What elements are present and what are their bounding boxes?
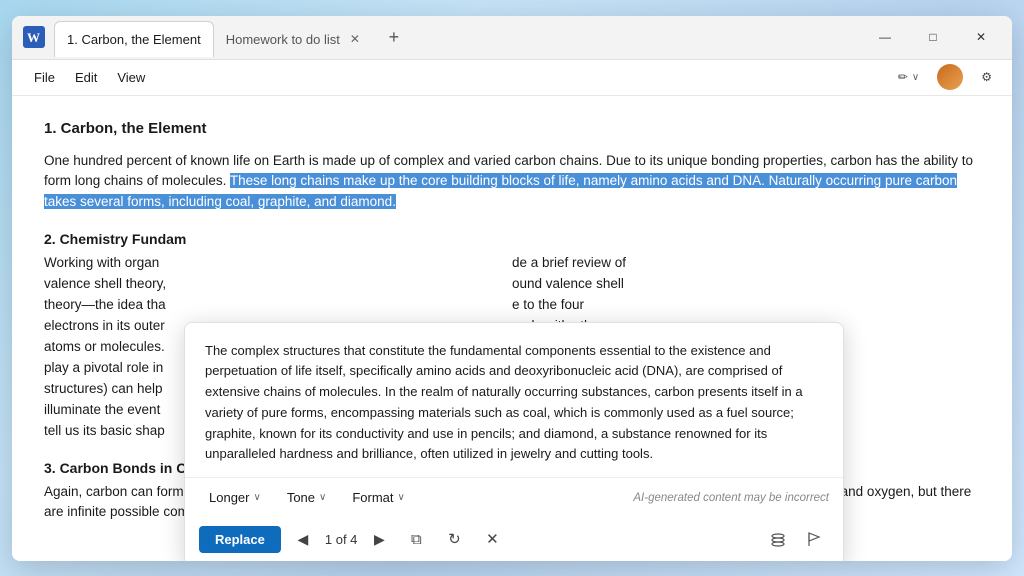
longer-dropdown[interactable]: Longer ∨ — [199, 486, 271, 509]
tone-chevron-icon: ∨ — [319, 492, 326, 503]
popup-toolbar: Longer ∨ Tone ∨ Format ∨ AI-generated co… — [185, 477, 843, 517]
menu-bar: File Edit View ✏ ∨ ⚙ — [12, 60, 1012, 96]
menu-file[interactable]: File — [24, 66, 65, 89]
tab-homework[interactable]: Homework to do list ✕ — [214, 21, 376, 57]
next-button[interactable]: ▶ — [365, 525, 393, 553]
app-icon: W — [20, 23, 48, 51]
rewrite-popup: The complex structures that constitute t… — [184, 322, 844, 561]
menu-view[interactable]: View — [107, 66, 155, 89]
doc-main-title: 1. Carbon, the Element — [44, 120, 980, 137]
tone-label: Tone — [287, 490, 315, 505]
maximize-button[interactable]: □ — [910, 21, 956, 53]
content-area: 1. Carbon, the Element One hundred perce… — [12, 96, 1012, 561]
replace-button[interactable]: Replace — [199, 526, 281, 553]
tab-active-label: 1. Carbon, the Element — [67, 32, 201, 47]
pen-dropdown-button[interactable]: ✏ ∨ — [890, 66, 927, 88]
svg-text:W: W — [27, 30, 40, 45]
tab-add-button[interactable]: + — [380, 23, 408, 51]
longer-chevron-icon: ∨ — [253, 492, 260, 503]
prev-button[interactable]: ◀ — [289, 525, 317, 553]
popup-body-text: The complex structures that constitute t… — [185, 323, 843, 478]
menu-bar-right: ✏ ∨ ⚙ — [890, 64, 1000, 90]
settings-button[interactable]: ⚙ — [973, 66, 1000, 88]
popup-actions: Replace ◀ 1 of 4 ▶ ⧉ ↻ ✕ — [185, 517, 843, 560]
window-controls: — □ ✕ — [862, 21, 1004, 53]
settings-icon: ⚙ — [981, 70, 992, 84]
menu-edit[interactable]: Edit — [65, 66, 107, 89]
page-count: 1 of 4 — [325, 532, 358, 547]
user-avatar[interactable] — [937, 64, 963, 90]
flag-button[interactable] — [799, 525, 829, 553]
tone-dropdown[interactable]: Tone ∨ — [277, 486, 337, 509]
doc-para1: One hundred percent of known life on Ear… — [44, 151, 980, 214]
longer-label: Longer — [209, 490, 249, 505]
format-dropdown[interactable]: Format ∨ — [342, 486, 415, 509]
title-bar: W 1. Carbon, the Element Homework to do … — [12, 16, 1012, 60]
doc-para2-left: Working with organ valence shell theory,… — [44, 255, 166, 437]
copy-button[interactable]: ⧉ — [401, 525, 431, 553]
refresh-button[interactable]: ↻ — [439, 525, 469, 553]
popup-right-actions — [763, 525, 829, 553]
doc-section2-title: 2. Chemistry Fundam — [44, 231, 980, 247]
ai-note: AI-generated content may be incorrect — [633, 492, 829, 504]
tab-inactive-label: Homework to do list — [226, 32, 340, 47]
pen-icon: ✏ — [898, 70, 908, 84]
format-chevron-icon: ∨ — [398, 492, 405, 503]
minimize-button[interactable]: — — [862, 21, 908, 53]
tab-close-button[interactable]: ✕ — [346, 30, 364, 48]
stack-button[interactable] — [763, 525, 793, 553]
main-window: W 1. Carbon, the Element Homework to do … — [12, 16, 1012, 561]
format-label: Format — [352, 490, 393, 505]
tab-active-carbon[interactable]: 1. Carbon, the Element — [54, 21, 214, 57]
close-button[interactable]: ✕ — [958, 21, 1004, 53]
dismiss-button[interactable]: ✕ — [477, 525, 507, 553]
pen-chevron-icon: ∨ — [912, 72, 919, 83]
